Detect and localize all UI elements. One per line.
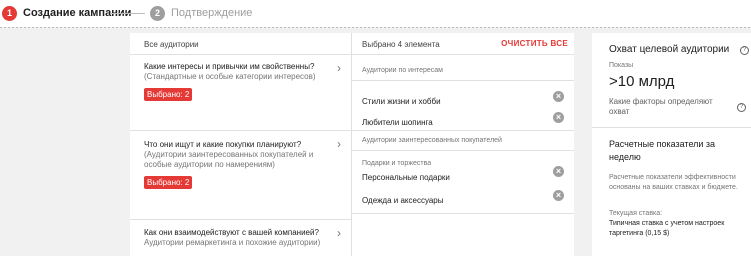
bid-value: Типичная ставка с учетом настроек таргет… xyxy=(609,220,725,237)
selected-badge: Выбрано: 2 xyxy=(144,88,193,101)
category-subtitle: Аудитории ремаркетинга и похожие аудитор… xyxy=(144,238,321,247)
group-header-interests: Аудитории по интересам xyxy=(362,67,443,74)
selected-item: Стили жизни и хобби × xyxy=(362,88,564,110)
category-title: Как они взаимодействуют с вашей компание… xyxy=(144,228,319,237)
category-divider xyxy=(130,219,351,220)
selected-item-parent: Подарки и торжества xyxy=(362,160,432,167)
estimates-title: Расчетные показатели за неделю xyxy=(609,139,716,162)
category-text: Что они ищут и какие покупки планируют? … xyxy=(144,140,334,170)
header-divider xyxy=(352,54,574,55)
impressions-value: >10 млрд xyxy=(609,73,675,90)
remove-icon[interactable]: × xyxy=(553,166,564,177)
category-title: Какие интересы и привычки им свойственны… xyxy=(144,62,315,71)
selected-item: Одежда и аксессуары × xyxy=(362,187,564,209)
category-subtitle: (Аудитории заинтересованных покупателей … xyxy=(144,150,314,169)
chevron-right-icon[interactable]: › xyxy=(337,137,341,151)
selected-item-label: Стили жизни и хобби xyxy=(362,97,441,106)
step-confirmation[interactable]: 2 Подтверждение xyxy=(150,5,252,21)
remove-icon[interactable]: × xyxy=(553,91,564,102)
category-divider xyxy=(130,130,351,131)
selected-item-label: Любители шопинга xyxy=(362,118,433,127)
step-label-2: Подтверждение xyxy=(171,7,253,19)
group-divider xyxy=(352,213,574,214)
reach-factors: Какие факторы определяют охват xyxy=(609,97,713,116)
chevron-right-icon[interactable]: › xyxy=(337,226,341,240)
reach-panel: Охват целевой аудитории ? Показы >10 млр… xyxy=(592,33,751,256)
estimates-note: Расчетные показатели эффективности основ… xyxy=(609,174,738,191)
chevron-right-icon[interactable]: › xyxy=(337,61,341,75)
selected-item-label: Одежда и аксессуары xyxy=(362,196,444,205)
reach-title: Охват целевой аудитории xyxy=(609,44,730,55)
stepper: 1 Создание кампании 2 Подтверждение xyxy=(0,0,751,27)
bid-label: Текущая ставка: xyxy=(609,210,663,217)
impressions-label: Показы xyxy=(609,62,634,69)
step-connector xyxy=(110,13,145,14)
category-text: Какие интересы и привычки им свойственны… xyxy=(144,62,334,82)
dashed-divider xyxy=(0,27,751,28)
group-divider xyxy=(352,130,574,131)
remove-icon[interactable]: × xyxy=(553,190,564,201)
group-header-purchase: Аудитории заинтересованных покупателей xyxy=(362,137,502,144)
selected-badge: Выбрано: 2 xyxy=(144,176,193,189)
selected-count: Выбрано 4 элемента xyxy=(362,40,440,49)
selected-item-label: Персональные подарки xyxy=(362,173,450,182)
clear-all-button[interactable]: ОЧИСТИТЬ ВСЕ xyxy=(501,39,568,48)
header-divider xyxy=(130,54,351,55)
selected-item: Любители шопинга × xyxy=(362,109,564,131)
category-title: Что они ищут и какие покупки планируют? xyxy=(144,140,302,149)
remove-icon[interactable]: × xyxy=(553,112,564,123)
group-divider xyxy=(352,80,574,81)
step-number-1: 1 xyxy=(2,5,17,21)
section-divider xyxy=(592,127,751,128)
all-audiences-header: Все аудитории xyxy=(144,40,199,49)
all-audiences-panel: Все аудитории Какие интересы и привычки … xyxy=(130,33,352,256)
selected-panel: Выбрано 4 элемента ОЧИСТИТЬ ВСЕ Аудитори… xyxy=(352,33,574,256)
step-number-2: 2 xyxy=(150,5,165,21)
info-icon[interactable]: ? xyxy=(740,46,749,55)
category-text: Как они взаимодействуют с вашей компание… xyxy=(144,228,334,248)
info-icon[interactable]: ? xyxy=(737,103,746,112)
selected-item: Подарки и торжества Персональные подарки… xyxy=(362,160,564,184)
group-divider xyxy=(352,150,574,151)
category-subtitle: (Стандартные и особые категории интересо… xyxy=(144,72,316,81)
